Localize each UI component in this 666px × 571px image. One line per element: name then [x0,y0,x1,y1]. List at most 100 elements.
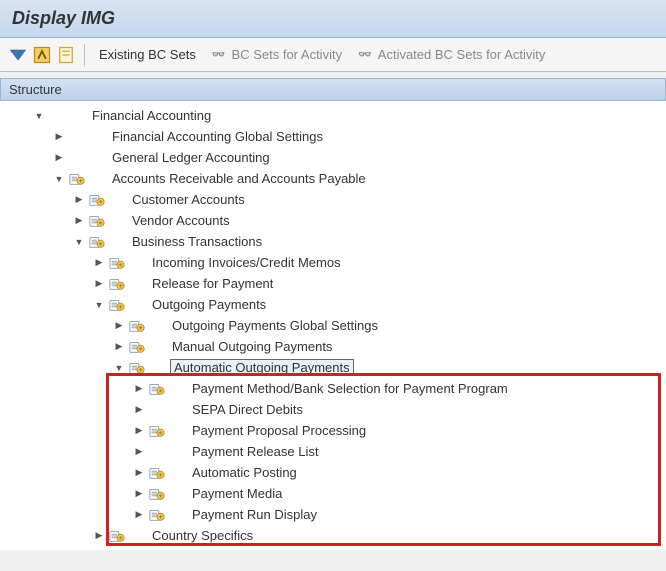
tree-row[interactable]: Payment Method/Bank Selection for Paymen… [0,378,666,399]
img-activity-icon[interactable] [108,276,126,292]
glasses-icon: 👓 [212,48,226,61]
tree-node-label[interactable]: Automatic Posting [190,465,299,480]
glasses-icon: 👓 [358,48,372,61]
tree-node-label[interactable]: Payment Run Display [190,507,319,522]
tree-row[interactable]: Vendor Accounts [0,210,666,231]
tree-node-label[interactable]: Outgoing Payments Global Settings [170,318,380,333]
tree-row[interactable]: SEPA Direct Debits [0,399,666,420]
page-title: Display IMG [12,8,654,29]
additional-info-icon[interactable] [32,45,52,65]
tree-row[interactable]: Release for Payment [0,273,666,294]
tree-node-label[interactable]: Release for Payment [150,276,275,291]
icon-placeholder [68,129,86,145]
icon-placeholder [68,150,86,166]
img-activity-icon[interactable] [88,213,106,229]
tree-node-label[interactable]: General Ledger Accounting [110,150,272,165]
img-activity-icon[interactable] [108,528,126,544]
toolbar-label: BC Sets for Activity [232,47,343,62]
tree-row[interactable]: Business Transactions [0,231,666,252]
img-activity-icon[interactable] [148,381,166,397]
existing-bc-sets-button[interactable]: Existing BC Sets [93,45,202,64]
tree-row[interactable]: Financial Accounting Global Settings [0,126,666,147]
expander-closed-icon[interactable] [92,529,106,543]
tree-node-label[interactable]: Customer Accounts [130,192,247,207]
img-activity-icon[interactable] [148,423,166,439]
tree-node-label[interactable]: Financial Accounting [90,108,213,123]
tree-row[interactable]: Automatic Outgoing Payments [0,357,666,378]
expander-closed-icon[interactable] [132,508,146,522]
tree-node-label[interactable]: Automatic Outgoing Payments [170,359,354,376]
bc-sets-for-activity-button[interactable]: 👓 BC Sets for Activity [206,45,348,64]
icon-placeholder [148,402,166,418]
document-icon[interactable] [56,45,76,65]
toolbar: Existing BC Sets 👓 BC Sets for Activity … [0,38,666,72]
img-activity-icon[interactable] [68,171,86,187]
tree-node-label[interactable]: Financial Accounting Global Settings [110,129,325,144]
expander-closed-icon[interactable] [132,466,146,480]
tree-node-label[interactable]: Payment Method/Bank Selection for Paymen… [190,381,510,396]
expander-closed-icon[interactable] [72,214,86,228]
activated-bc-sets-button[interactable]: 👓 Activated BC Sets for Activity [352,45,551,64]
img-activity-icon[interactable] [128,360,146,376]
expander-closed-icon[interactable] [112,319,126,333]
expander-open-icon[interactable] [52,172,66,186]
expander-closed-icon[interactable] [72,193,86,207]
tree-row[interactable]: General Ledger Accounting [0,147,666,168]
img-activity-icon[interactable] [108,297,126,313]
tree-node-label[interactable]: Business Transactions [130,234,264,249]
structure-header-label: Structure [9,82,62,97]
tree-row[interactable]: Country Specifics [0,525,666,546]
img-activity-icon[interactable] [148,465,166,481]
tree-row[interactable]: Manual Outgoing Payments [0,336,666,357]
icon-placeholder [48,108,66,124]
toolbar-label: Existing BC Sets [99,47,196,62]
expander-open-icon[interactable] [92,298,106,312]
tree-node-label[interactable]: Outgoing Payments [150,297,268,312]
tree-node-label[interactable]: Payment Proposal Processing [190,423,368,438]
expand-all-icon[interactable] [8,45,28,65]
tree-node-label[interactable]: Country Specifics [150,528,255,543]
tree-node-label[interactable]: SEPA Direct Debits [190,402,305,417]
expander-open-icon[interactable] [72,235,86,249]
img-activity-icon[interactable] [148,486,166,502]
img-activity-icon[interactable] [108,255,126,271]
expander-closed-icon[interactable] [92,256,106,270]
toolbar-separator [84,44,85,66]
tree-row[interactable]: Payment Run Display [0,504,666,525]
tree-row[interactable]: Payment Proposal Processing [0,420,666,441]
tree-node-label[interactable]: Accounts Receivable and Accounts Payable [110,171,368,186]
img-activity-icon[interactable] [128,339,146,355]
expander-closed-icon[interactable] [132,424,146,438]
tree-row[interactable]: Outgoing Payments Global Settings [0,315,666,336]
expander-closed-icon[interactable] [132,403,146,417]
expander-closed-icon[interactable] [132,445,146,459]
tree-row[interactable]: Incoming Invoices/Credit Memos [0,252,666,273]
tree-node-label[interactable]: Manual Outgoing Payments [170,339,334,354]
tree-row[interactable]: Outgoing Payments [0,294,666,315]
tree-container: Financial Accounting Financial Accounting… [0,101,666,550]
expander-closed-icon[interactable] [52,151,66,165]
img-activity-icon[interactable] [88,192,106,208]
expander-open-icon[interactable] [32,109,46,123]
structure-header: Structure [0,78,666,101]
expander-closed-icon[interactable] [132,487,146,501]
tree-row[interactable]: Payment Media [0,483,666,504]
img-activity-icon[interactable] [88,234,106,250]
tree-row[interactable]: Payment Release List [0,441,666,462]
tree-node-label[interactable]: Vendor Accounts [130,213,232,228]
expander-closed-icon[interactable] [52,130,66,144]
expander-closed-icon[interactable] [132,382,146,396]
tree-row[interactable]: Financial Accounting [0,105,666,126]
expander-closed-icon[interactable] [112,340,126,354]
expander-open-icon[interactable] [112,361,126,375]
icon-placeholder [148,444,166,460]
tree-row[interactable]: Accounts Receivable and Accounts Payable [0,168,666,189]
img-activity-icon[interactable] [128,318,146,334]
tree-node-label[interactable]: Payment Release List [190,444,320,459]
img-activity-icon[interactable] [148,507,166,523]
tree-node-label[interactable]: Payment Media [190,486,284,501]
tree-row[interactable]: Customer Accounts [0,189,666,210]
expander-closed-icon[interactable] [92,277,106,291]
tree-node-label[interactable]: Incoming Invoices/Credit Memos [150,255,343,270]
tree-row[interactable]: Automatic Posting [0,462,666,483]
